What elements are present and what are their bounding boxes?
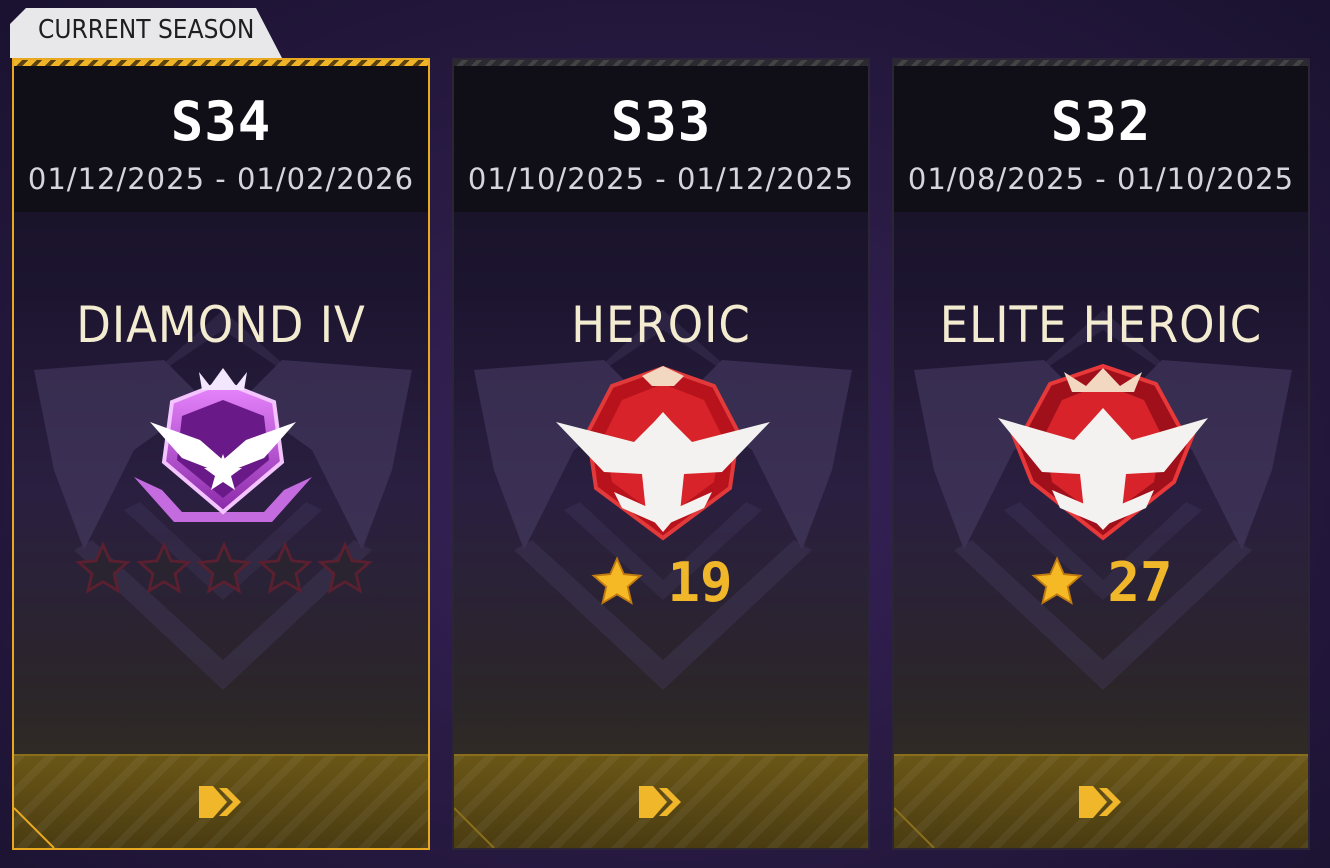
season-header: S32 01/08/2025 - 01/10/2025 [894, 66, 1308, 212]
heroic-rank-icon [556, 365, 770, 541]
season-details-button[interactable] [894, 754, 1308, 848]
season-card-s33[interactable]: S33 01/10/2025 - 01/12/2025 HEROIC 19 [452, 58, 870, 850]
double-chevron-right-icon [1079, 786, 1121, 818]
season-details-button[interactable] [14, 754, 428, 848]
star-empty-icon [75, 541, 131, 594]
rank-points: 27 [894, 550, 1308, 614]
corner-decoration [894, 807, 935, 848]
corner-decoration [454, 807, 495, 848]
star-empty-icon [317, 541, 373, 594]
star-empty-icon [196, 541, 252, 594]
star-icon [589, 554, 645, 610]
corner-decoration [14, 807, 55, 848]
season-dates: 01/08/2025 - 01/10/2025 [907, 162, 1295, 196]
season-card-s34[interactable]: S34 01/12/2025 - 01/02/2026 DIAMOND IV [12, 58, 430, 850]
rank-stars [74, 540, 374, 610]
season-details-button[interactable] [454, 754, 868, 848]
season-dates: 01/10/2025 - 01/12/2025 [467, 162, 855, 196]
season-header: S33 01/10/2025 - 01/12/2025 [454, 66, 868, 212]
current-season-label: CURRENT SEASON [38, 15, 255, 45]
star-empty-icon [256, 541, 313, 594]
star-empty-icon [135, 541, 192, 594]
season-number: S33 [610, 90, 712, 153]
points-value: 19 [667, 550, 733, 614]
double-chevron-right-icon [639, 786, 681, 818]
rank-points: 19 [454, 550, 868, 614]
elite-heroic-rank-icon [998, 363, 1208, 541]
season-number: S32 [1050, 90, 1152, 153]
season-dates: 01/12/2025 - 01/02/2026 [27, 162, 415, 196]
current-season-tag: CURRENT SEASON [10, 8, 282, 58]
season-number: S34 [170, 90, 272, 153]
diamond-rank-icon [134, 368, 312, 522]
rank-name: HEROIC [571, 296, 751, 354]
double-chevron-right-icon [199, 786, 241, 818]
season-header: S34 01/12/2025 - 01/02/2026 [14, 66, 428, 212]
star-icon [1029, 554, 1085, 610]
rank-name: DIAMOND IV [76, 296, 366, 354]
season-card-s32[interactable]: S32 01/08/2025 - 01/10/2025 ELITE HEROIC… [892, 58, 1310, 850]
rank-name: ELITE HEROIC [939, 296, 1263, 354]
points-value: 27 [1107, 550, 1173, 614]
